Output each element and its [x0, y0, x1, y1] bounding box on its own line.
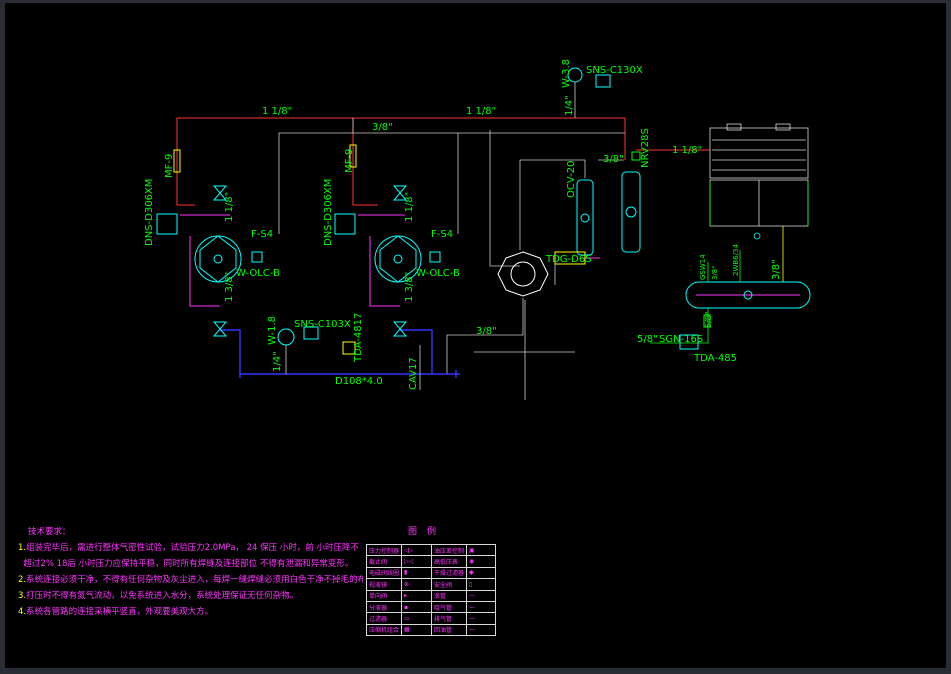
label-tda2: TDA-485	[693, 353, 737, 364]
label-fs1: F-S4	[251, 229, 273, 240]
label-pipe-v2: 1 1/8"	[404, 192, 415, 222]
label-mf1: MF-9	[164, 154, 175, 178]
label-pipe-down2: 1 3/8"	[404, 272, 415, 302]
label-fs2: F-S4	[431, 229, 453, 240]
legend-title: 图例	[408, 527, 447, 537]
legend-row: 视液镜 ⊗ 安全阀 ▯	[365, 578, 497, 591]
label-olc1: W-OLC-B	[236, 268, 280, 279]
label-olc2: W-OLC-B	[416, 268, 460, 279]
technical-notes: 技术要求： 1.组装完毕后，需进行整体气密性试验，试验压力2.0MPa， 24 …	[18, 524, 363, 620]
label-pipe-w2: 1/4"	[272, 351, 283, 372]
legend-row: 分液器 ▪ 吸气管 —	[365, 600, 497, 614]
note-item: 2.系统连接必须干净，不得有任何杂物及灰尘进入，每焊一缝焊缝必须用白色干净不掉毛…	[18, 575, 363, 585]
note-item: 3.打压时不得有氮气流动，以免系统进入水分，系统处理保证无任何杂物。	[18, 591, 299, 601]
legend-row: 截止阀 ▷◁ 高低压表 ◉	[365, 555, 497, 568]
label-pipe-down1: 1 3/8"	[224, 272, 235, 302]
label-recv-b: 3/8"	[711, 266, 719, 281]
label-header-size: D108*4.0	[335, 376, 383, 387]
liquid-header	[220, 329, 460, 378]
label-pipe-cond: 1 1/8"	[672, 145, 702, 156]
label-pipe-v1: 1 1/8"	[224, 192, 235, 222]
cad-viewport: 1 1/8" 1 1/8" 3/8" 1 1/8" 3/8" 3/8" 5/8"…	[0, 0, 951, 674]
legend-row: 过滤器 ▭ 排气管 —	[365, 612, 497, 625]
label-pipe-w: 1/4"	[564, 95, 575, 116]
notes-title: 技术要求：	[28, 527, 71, 537]
label-dns1: DNS-D306XM	[144, 179, 155, 246]
label-nrv: NRV28S	[640, 128, 651, 168]
label-mf2: MF-9	[344, 149, 355, 173]
note-item: 1.组装完毕后，需进行整体气密性试验，试验压力2.0MPa， 24 保压 小时，…	[18, 543, 360, 553]
condenser-unit	[709, 123, 809, 240]
label-pipe-liq: 5/8"	[637, 334, 658, 345]
label-tdg: TDG-D6S	[545, 254, 592, 265]
legend-table: 压力控制器 ◁▷ 油压差控制 ▣ 截止阀 ▷◁ 高低压表 ◉ 电磁阀线圈 ▮ 干燥过滤器 ◆ 视液…	[365, 543, 497, 637]
legend-row: 单向阀 ▸ 液管 —	[365, 589, 497, 602]
receiver	[685, 281, 811, 309]
label-cav: CAV17	[408, 357, 419, 390]
label-w18: W-1.8	[267, 316, 278, 345]
label-recv-c: 3/8"	[771, 259, 782, 280]
label-ocv: OCV-20	[566, 161, 577, 198]
drawing-canvas[interactable]: 1 1/8" 1 1/8" 3/8" 1 1/8" 3/8" 3/8" 5/8"…	[5, 3, 946, 668]
valves	[156, 67, 711, 355]
label-sgn: SGN-16S	[659, 334, 703, 345]
legend-row: 压力控制器 ◁▷ 油压差控制 ▣	[365, 543, 497, 557]
label-pipe-top-left: 1 1/8"	[262, 106, 292, 117]
label-pipe-branch: 3/8"	[372, 122, 393, 133]
oil-separator	[497, 251, 549, 297]
label-pipe-top-right: 1 1/8"	[466, 106, 496, 117]
label-recv-a: GSW14	[699, 254, 707, 280]
vessel-ocv	[576, 179, 594, 256]
legend-row: 电磁阀线圈 ▮ 干燥过滤器 ◆	[365, 566, 497, 580]
label-recv-d: 2WB6/34	[732, 244, 740, 276]
label-sns-mid: SNS-C103X	[294, 319, 351, 330]
label-pipe-recv: 3/8"	[603, 154, 624, 165]
label-tda1: TDA-4817	[353, 313, 364, 363]
label-dns2: DNS-D306XM	[323, 179, 334, 246]
note-item: 4.系统各管路的连接采横平竖直，外观要美观大方。	[18, 607, 214, 617]
label-w38: W-3.8	[561, 59, 572, 88]
note-item: 超过2% 18后 小时压力应保持平稳，同时所有焊缝及连接部位 不得有泄漏和异常变…	[23, 559, 354, 569]
oil-lines	[180, 214, 600, 307]
receiver-piping	[650, 250, 741, 344]
label-pipe-mid: 3/8"	[476, 326, 497, 337]
legend-row: 压缩机组合 ▦ 回油管 —	[365, 623, 497, 637]
label-sns-top: SNS-C130X	[586, 65, 643, 76]
vessel-nrv	[621, 171, 641, 253]
label-recv-e: 5/8"	[704, 311, 713, 328]
discharge-lines	[176, 117, 710, 206]
